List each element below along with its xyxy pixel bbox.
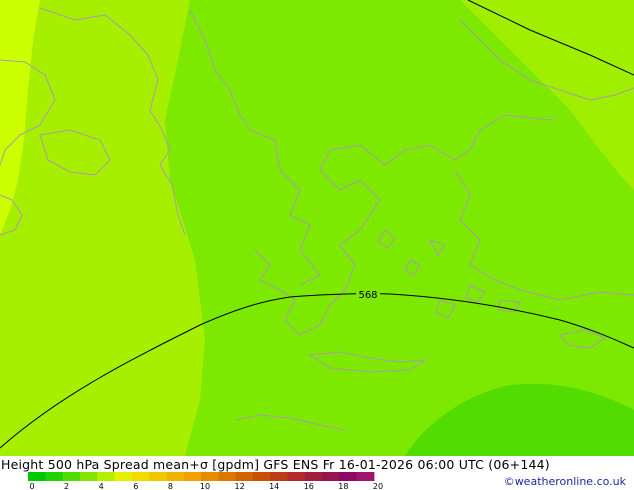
legend-tick-label: 4	[99, 482, 104, 490]
contour-label: 568	[358, 290, 377, 301]
legend-color-cell	[28, 472, 46, 481]
legend-color-cell	[322, 472, 340, 481]
legend-tick-label: 18	[338, 482, 348, 490]
color-legend: 0 2 4 6 8 10 12 14 16 18 20	[28, 472, 383, 490]
legend-tick-label: 20	[373, 482, 383, 490]
legend-color-cell	[62, 472, 81, 481]
legend-color-cell	[149, 472, 167, 481]
legend-color-cell	[97, 472, 115, 481]
legend-color-cell	[131, 472, 150, 481]
legend-color-cell	[270, 472, 288, 481]
legend-color-cell	[201, 472, 219, 481]
credit-link[interactable]: ©weatheronline.co.uk	[504, 475, 626, 488]
legend-color-cell	[339, 472, 358, 481]
legend-tick-label: 6	[133, 482, 138, 490]
map-title: Height 500 hPa Spread mean+σ [gpdm] GFS …	[1, 457, 550, 472]
legend-color-cell	[304, 472, 323, 481]
legend-color-cell	[218, 472, 236, 481]
legend-color-cell	[287, 472, 306, 481]
legend-color-cell	[356, 472, 375, 481]
legend-color-cell	[79, 472, 98, 481]
legend-tick-label: 10	[200, 482, 210, 490]
legend-color-cell	[166, 472, 185, 481]
legend-color-cell	[252, 472, 271, 481]
legend-color-cell	[114, 472, 133, 481]
map-footer: Height 500 hPa Spread mean+σ [gpdm] GFS …	[0, 456, 634, 490]
legend-tick-label: 0	[29, 482, 34, 490]
weather-map: 568	[0, 0, 634, 456]
legend-color-cell	[235, 472, 254, 481]
legend-tick-label: 8	[168, 482, 173, 490]
legend-tick-label: 14	[269, 482, 279, 490]
legend-tick-label: 2	[64, 482, 69, 490]
legend-tick-label: 16	[304, 482, 314, 490]
left-color-band	[0, 0, 205, 456]
legend-color-cell	[183, 472, 202, 481]
legend-tick-label: 12	[235, 482, 245, 490]
legend-color-cell	[45, 472, 63, 481]
